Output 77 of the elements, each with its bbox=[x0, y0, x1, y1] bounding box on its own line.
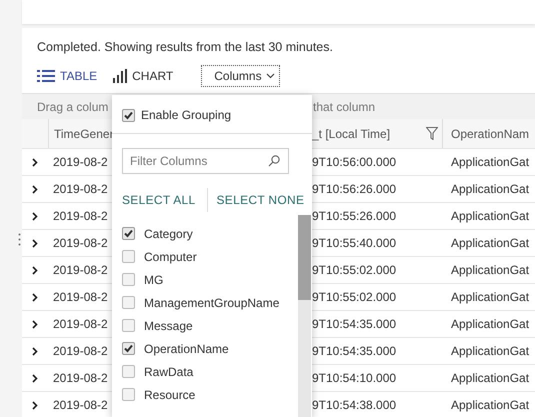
scrollbar-thumb[interactable] bbox=[298, 215, 311, 300]
chevron-right-icon[interactable] bbox=[32, 292, 38, 302]
column-option[interactable]: Message bbox=[144, 318, 193, 332]
column-header[interactable]: TimeGener bbox=[54, 126, 114, 140]
column-option[interactable]: Computer bbox=[144, 250, 197, 264]
table-cell: 9T10:54:38.000 bbox=[312, 398, 396, 412]
table-cell: 2019-08-2 bbox=[53, 317, 108, 331]
chevron-right-icon[interactable] bbox=[32, 184, 38, 194]
checkbox[interactable] bbox=[122, 250, 135, 263]
checkbox[interactable] bbox=[122, 108, 135, 122]
column-header[interactable]: OperationNam bbox=[443, 119, 535, 148]
chevron-right-icon[interactable] bbox=[32, 238, 38, 248]
table-cell: ApplicationGat bbox=[451, 155, 530, 169]
table-cell: 2019-08-2 bbox=[53, 236, 108, 250]
chevron-right-icon[interactable] bbox=[32, 400, 38, 410]
checkbox[interactable] bbox=[122, 273, 135, 286]
drag-handle-icon[interactable] bbox=[18, 233, 21, 246]
column-option[interactable]: ManagementGroupName bbox=[144, 296, 280, 310]
status-message: Completed. Showing results from the last 30 minutes. bbox=[36, 39, 334, 55]
table-cell: 2019-08-2 bbox=[53, 371, 108, 385]
chevron-right-icon[interactable] bbox=[32, 212, 38, 220]
table-cell: 9T10:55:02.000 bbox=[312, 290, 396, 304]
filter-icon[interactable] bbox=[426, 127, 438, 140]
filter-field[interactable]: Filter Columns bbox=[122, 148, 289, 174]
table-cell: ApplicationGat bbox=[451, 182, 530, 196]
chevron-down-icon bbox=[266, 73, 275, 79]
table-cell: ApplicationGat bbox=[451, 236, 530, 250]
list-icon bbox=[37, 70, 55, 82]
table-cell: 2019-08-2 bbox=[53, 344, 108, 358]
table-cell: ApplicationGat bbox=[451, 344, 530, 358]
view-tab[interactable]: CHART bbox=[113, 69, 174, 83]
column-option[interactable]: Resource bbox=[144, 388, 196, 402]
checkbox[interactable] bbox=[122, 319, 135, 332]
table-cell: 2019-08-2 bbox=[53, 398, 108, 412]
table-cell: 9T10:55:26.000 bbox=[312, 209, 396, 223]
group-hint-text: that column bbox=[313, 100, 376, 114]
chevron-right-icon[interactable] bbox=[32, 266, 38, 274]
checkbox-label: Enable Grouping bbox=[141, 108, 232, 122]
table-cell: 2019-08-2 bbox=[53, 290, 108, 304]
table-cell: 9T10:54:35.000 bbox=[312, 317, 396, 331]
table-cell: ApplicationGat bbox=[451, 209, 530, 223]
select-none-link[interactable]: SELECT NONE bbox=[216, 193, 304, 207]
column-header[interactable]: _t [Local Time] bbox=[312, 126, 390, 140]
table-cell: ApplicationGat bbox=[451, 371, 530, 385]
table-cell: 9T10:55:02.000 bbox=[312, 263, 396, 277]
chevron-right-icon[interactable] bbox=[32, 374, 38, 382]
table-cell: 9T10:56:26.000 bbox=[312, 182, 396, 196]
column-option[interactable]: MG bbox=[144, 272, 164, 286]
checkbox[interactable] bbox=[122, 296, 135, 309]
chevron-right-icon[interactable] bbox=[32, 320, 38, 328]
table-cell: 9T10:55:40.000 bbox=[312, 236, 396, 250]
table-cell: 2019-08-2 bbox=[53, 263, 108, 277]
select-all-link[interactable]: SELECT ALL bbox=[122, 193, 196, 207]
table-cell: 2019-08-2 bbox=[53, 155, 108, 169]
checkbox[interactable] bbox=[122, 342, 135, 355]
chevron-right-icon[interactable] bbox=[32, 158, 38, 166]
column-option[interactable]: Category bbox=[144, 226, 193, 240]
column-option[interactable]: RawData bbox=[144, 364, 194, 378]
table-cell: 9T10:54:10.000 bbox=[312, 371, 396, 385]
checkbox[interactable] bbox=[122, 388, 135, 401]
table-cell: ApplicationGat bbox=[451, 317, 530, 331]
column-option[interactable]: OperationName bbox=[144, 342, 229, 356]
table-cell: 9T10:56:00.000 bbox=[312, 155, 396, 169]
bar-chart-icon bbox=[113, 69, 128, 83]
view-tab[interactable]: TABLE bbox=[37, 69, 98, 83]
chevron-right-icon[interactable] bbox=[32, 346, 38, 356]
columns-dropdown[interactable]: Columns bbox=[201, 65, 280, 87]
group-hint-text: Drag a colum bbox=[36, 100, 110, 114]
checkbox[interactable] bbox=[122, 227, 135, 240]
search-icon bbox=[268, 155, 280, 167]
table-cell: 2019-08-2 bbox=[53, 182, 108, 196]
table-cell: ApplicationGat bbox=[451, 398, 530, 412]
table-cell: 2019-08-2 bbox=[53, 209, 108, 223]
table-cell: 9T10:54:35.000 bbox=[312, 344, 396, 358]
table-cell: ApplicationGat bbox=[451, 290, 530, 304]
table-cell: ApplicationGat bbox=[451, 263, 530, 277]
checkbox[interactable] bbox=[122, 365, 135, 378]
